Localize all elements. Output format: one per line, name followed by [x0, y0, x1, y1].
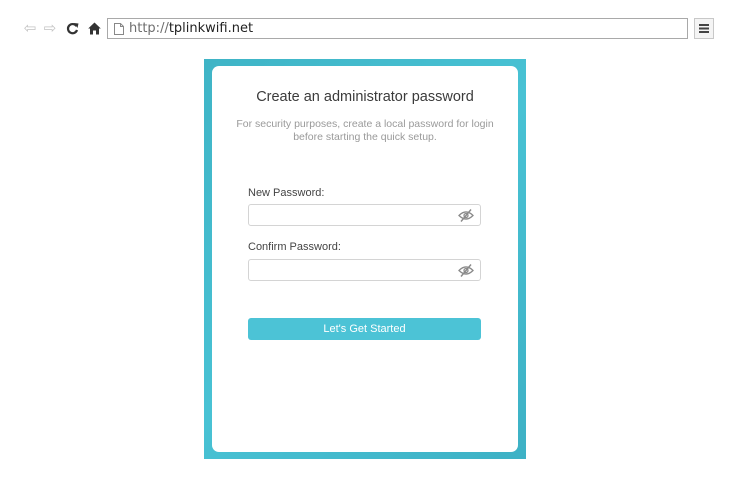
- setup-frame: Create an administrator password For sec…: [204, 59, 526, 459]
- hamburger-menu-icon-graphic: [699, 24, 709, 33]
- password-setup-card: Create an administrator password For sec…: [212, 66, 518, 452]
- browser-toolbar: ⇦ ⇨ http://tplinkwifi.net: [0, 0, 734, 44]
- home-icon-graphic: [87, 22, 101, 34]
- page-subtitle: For security purposes, create a local pa…: [236, 118, 494, 143]
- lets-get-started-button[interactable]: Let's Get Started: [248, 318, 481, 340]
- reload-icon-graphic: [66, 22, 78, 34]
- eye-slash-icon[interactable]: [458, 264, 474, 277]
- reload-icon[interactable]: [63, 18, 81, 38]
- page-icon: [114, 22, 124, 35]
- new-password-input[interactable]: [249, 205, 454, 225]
- eye-slash-icon[interactable]: [458, 209, 474, 222]
- address-bar[interactable]: http://tplinkwifi.net: [107, 18, 688, 39]
- confirm-password-label: Confirm Password:: [248, 241, 341, 253]
- page-title: Create an administrator password: [256, 89, 474, 105]
- confirm-password-field: [248, 259, 481, 281]
- hamburger-menu-icon[interactable]: [694, 18, 714, 39]
- new-password-field: [248, 204, 481, 226]
- home-icon[interactable]: [85, 18, 103, 38]
- confirm-password-input[interactable]: [249, 260, 454, 280]
- forward-arrow-icon[interactable]: ⇨: [41, 18, 59, 38]
- new-password-label: New Password:: [248, 187, 325, 199]
- back-arrow-icon[interactable]: ⇦: [21, 18, 39, 38]
- url-domain: tplinkwifi.net: [168, 21, 254, 36]
- url-scheme: http://: [129, 21, 169, 36]
